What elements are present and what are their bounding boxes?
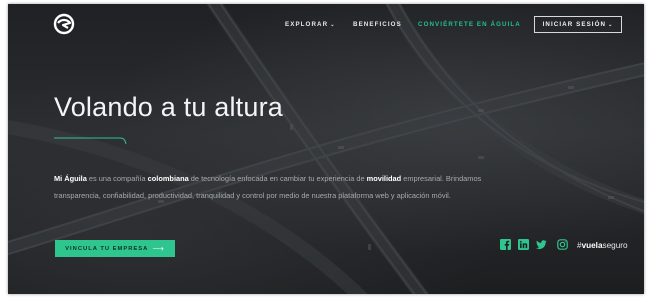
mi-aguila-logo[interactable] bbox=[52, 12, 76, 36]
nav-explorar[interactable]: EXPLORAR ⌄ bbox=[285, 21, 335, 28]
twitter-icon[interactable] bbox=[536, 239, 547, 250]
cta-button-label: VINCULA TU EMPRESA bbox=[65, 245, 149, 252]
arrow-right-icon: ⟶ bbox=[152, 244, 165, 253]
nav-beneficios-label: BENEFICIOS bbox=[353, 21, 402, 28]
description-text: es una compañía bbox=[86, 174, 148, 183]
vincula-tu-empresa-button[interactable]: VINCULA TU EMPRESA ⟶ bbox=[55, 240, 175, 257]
chevron-down-icon: ⌄ bbox=[330, 22, 336, 28]
facebook-icon[interactable] bbox=[500, 239, 511, 250]
hashtag-vuelaseguro: #vuelaseguro bbox=[577, 241, 628, 250]
nav-conviertete-en-aguila[interactable]: CONVIÉRTETE EN ÁGUILA bbox=[418, 21, 521, 28]
nav-conviertete-label: CONVIÉRTETE EN ÁGUILA bbox=[418, 21, 521, 28]
nav-beneficios[interactable]: BENEFICIOS bbox=[353, 21, 402, 28]
hero-section: EXPLORAR ⌄ BENEFICIOS CONVIÉRTETE EN ÁGUI… bbox=[8, 4, 644, 294]
description-text: de tecnología enfocada en cambiar tu exp… bbox=[188, 174, 367, 183]
login-button[interactable]: INICIAR SESIÓN ⌄ bbox=[534, 16, 622, 33]
hero-description: Mi Águila es una compañía colombiana de … bbox=[54, 171, 494, 204]
description-highlight: colombiana bbox=[147, 174, 189, 183]
page-title: Volando a tu altura bbox=[54, 92, 283, 122]
hashtag-bold: vuela bbox=[581, 241, 603, 250]
hashtag-rest: seguro bbox=[602, 241, 628, 250]
nav-explorar-label: EXPLORAR bbox=[285, 21, 329, 28]
brand-name: Mi Águila bbox=[54, 174, 87, 183]
chevron-down-icon: ⌄ bbox=[608, 21, 614, 28]
title-underline-decoration bbox=[54, 137, 127, 145]
login-button-label: INICIAR SESIÓN bbox=[542, 21, 607, 28]
description-highlight: movilidad bbox=[366, 174, 402, 183]
instagram-icon[interactable] bbox=[557, 239, 568, 250]
linkedin-icon[interactable] bbox=[518, 239, 529, 250]
